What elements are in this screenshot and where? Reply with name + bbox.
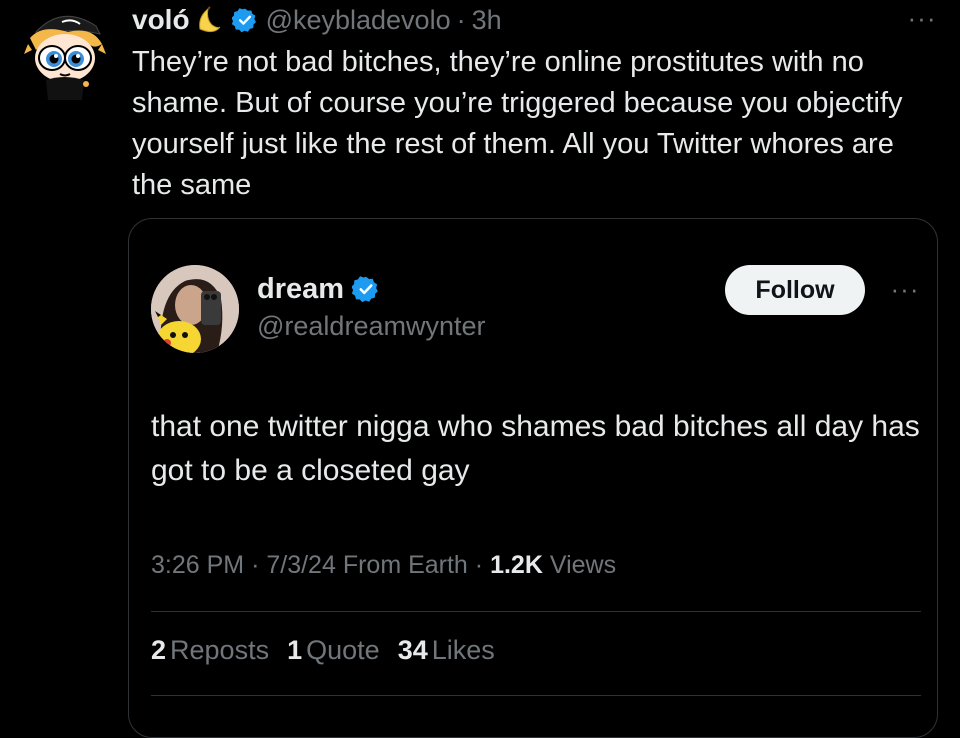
post-location: From Earth: [342, 551, 468, 579]
quotes-stat[interactable]: 1 Quote: [287, 635, 380, 666]
engagement-stats: 2 Reposts 1 Quote 34 Likes: [151, 635, 495, 666]
separator-dot: ·: [251, 551, 260, 579]
likes-count: 34: [397, 635, 428, 665]
quoted-tweet-card[interactable]: dream @realdreamwynter Follow ··· that o…: [128, 218, 938, 738]
quote-author-row: dream: [257, 269, 380, 309]
more-options-icon[interactable]: ···: [887, 276, 923, 302]
quote-author-avatar[interactable]: [151, 265, 239, 353]
divider: [151, 695, 921, 696]
quote-author-handle[interactable]: @realdreamwynter: [257, 311, 486, 342]
separator-dot: ·: [474, 551, 484, 579]
likes-stat[interactable]: 34 Likes: [398, 635, 495, 666]
author-handle[interactable]: @keybladevolo: [266, 5, 451, 36]
post-time[interactable]: 3:26 PM: [151, 551, 244, 579]
verified-badge-icon[interactable]: [351, 275, 380, 303]
more-options-icon[interactable]: ···: [902, 5, 942, 32]
quotes-label: Quote: [306, 635, 380, 665]
likes-label: Likes: [431, 635, 495, 665]
divider: [151, 611, 921, 612]
separator-dot: ·: [456, 4, 466, 35]
views-label: Views: [549, 551, 617, 579]
follow-button[interactable]: Follow: [725, 265, 865, 315]
banana-emoji-icon: [194, 5, 224, 35]
post-time[interactable]: 3h: [472, 5, 502, 36]
reply-header: voló @keybladevolo · 3h: [132, 0, 502, 40]
post-date[interactable]: 7/3/24: [266, 551, 336, 579]
quotes-count: 1: [287, 635, 303, 665]
reply-text: They’re not bad bitches, they’re online …: [132, 46, 903, 201]
reposts-stat[interactable]: 2 Reposts: [151, 635, 269, 666]
tweet-meta: 3:26 PM · 7/3/24 From Earth · 1.2K Views: [151, 551, 616, 580]
reposts-count: 2: [151, 635, 167, 665]
quote-author-name[interactable]: dream: [257, 273, 344, 306]
cartoon-avatar-icon[interactable]: [22, 4, 106, 100]
reposts-label: Reposts: [170, 635, 270, 665]
views-count: 1.2K: [490, 551, 543, 579]
author-name[interactable]: voló: [132, 4, 190, 36]
quote-text: that one twitter nigga who shames bad bi…: [151, 410, 920, 487]
verified-badge-icon[interactable]: [231, 7, 258, 33]
reply-tweet: voló @keybladevolo · 3h ··· They’re not …: [0, 0, 960, 738]
